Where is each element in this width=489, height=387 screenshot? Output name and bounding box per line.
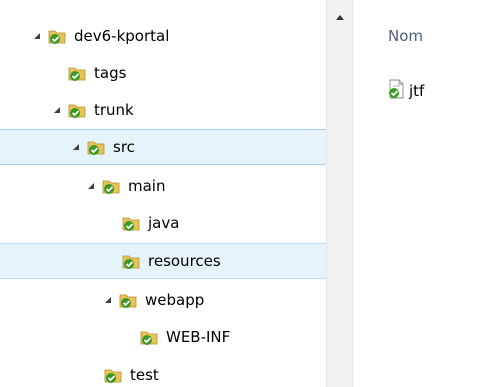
- tree-item-dev6-kportal[interactable]: dev6-kportal: [0, 18, 326, 54]
- svn-file-icon: [387, 79, 405, 103]
- tree-item-web-inf[interactable]: WEB-INF: [0, 319, 326, 355]
- svn-folder-icon: [48, 27, 66, 45]
- folder-tree: dev6-kportal tags trunk src main java re…: [0, 0, 326, 387]
- tree-item-test[interactable]: test: [0, 357, 326, 387]
- svn-folder-icon: [119, 291, 137, 309]
- tree-item-label: main: [128, 177, 166, 195]
- tree-item-label: trunk: [94, 101, 134, 119]
- tree-item-src[interactable]: src: [0, 129, 326, 165]
- expanded-triangle-icon[interactable]: [88, 182, 96, 190]
- svn-folder-icon: [87, 138, 105, 156]
- column-header-name[interactable]: Nom: [388, 27, 423, 45]
- scroll-up-arrow-icon[interactable]: [327, 0, 352, 34]
- tree-item-webapp[interactable]: webapp: [0, 282, 326, 318]
- tree-item-label: test: [130, 366, 159, 384]
- expanded-triangle-icon[interactable]: [34, 32, 42, 40]
- svn-folder-icon: [140, 328, 158, 346]
- svn-folder-icon: [104, 366, 122, 384]
- expanded-triangle-icon[interactable]: [54, 106, 62, 114]
- tree-item-label: webapp: [145, 291, 205, 309]
- svn-folder-icon: [102, 177, 120, 195]
- svn-folder-icon: [122, 214, 140, 232]
- file-item-jtf[interactable]: jtf: [387, 79, 424, 103]
- tree-item-resources[interactable]: resources: [0, 243, 326, 279]
- tree-item-tags[interactable]: tags: [0, 55, 326, 91]
- svn-folder-icon: [68, 64, 86, 82]
- tree-item-java[interactable]: java: [0, 205, 326, 241]
- expanded-triangle-icon[interactable]: [105, 296, 113, 304]
- tree-item-label: tags: [94, 64, 127, 82]
- expanded-triangle-icon[interactable]: [73, 143, 81, 151]
- tree-item-main[interactable]: main: [0, 168, 326, 204]
- svn-folder-icon: [68, 101, 86, 119]
- vertical-scrollbar[interactable]: [326, 0, 353, 387]
- file-list-pane: Nom jtf: [353, 0, 489, 387]
- tree-item-label: src: [113, 138, 135, 156]
- tree-item-trunk[interactable]: trunk: [0, 92, 326, 128]
- tree-item-label: java: [148, 214, 180, 232]
- file-label: jtf: [409, 82, 425, 100]
- svn-folder-icon: [122, 252, 140, 270]
- tree-item-label: dev6-kportal: [74, 27, 170, 45]
- tree-item-label: WEB-INF: [166, 328, 231, 346]
- tree-item-label: resources: [148, 252, 221, 270]
